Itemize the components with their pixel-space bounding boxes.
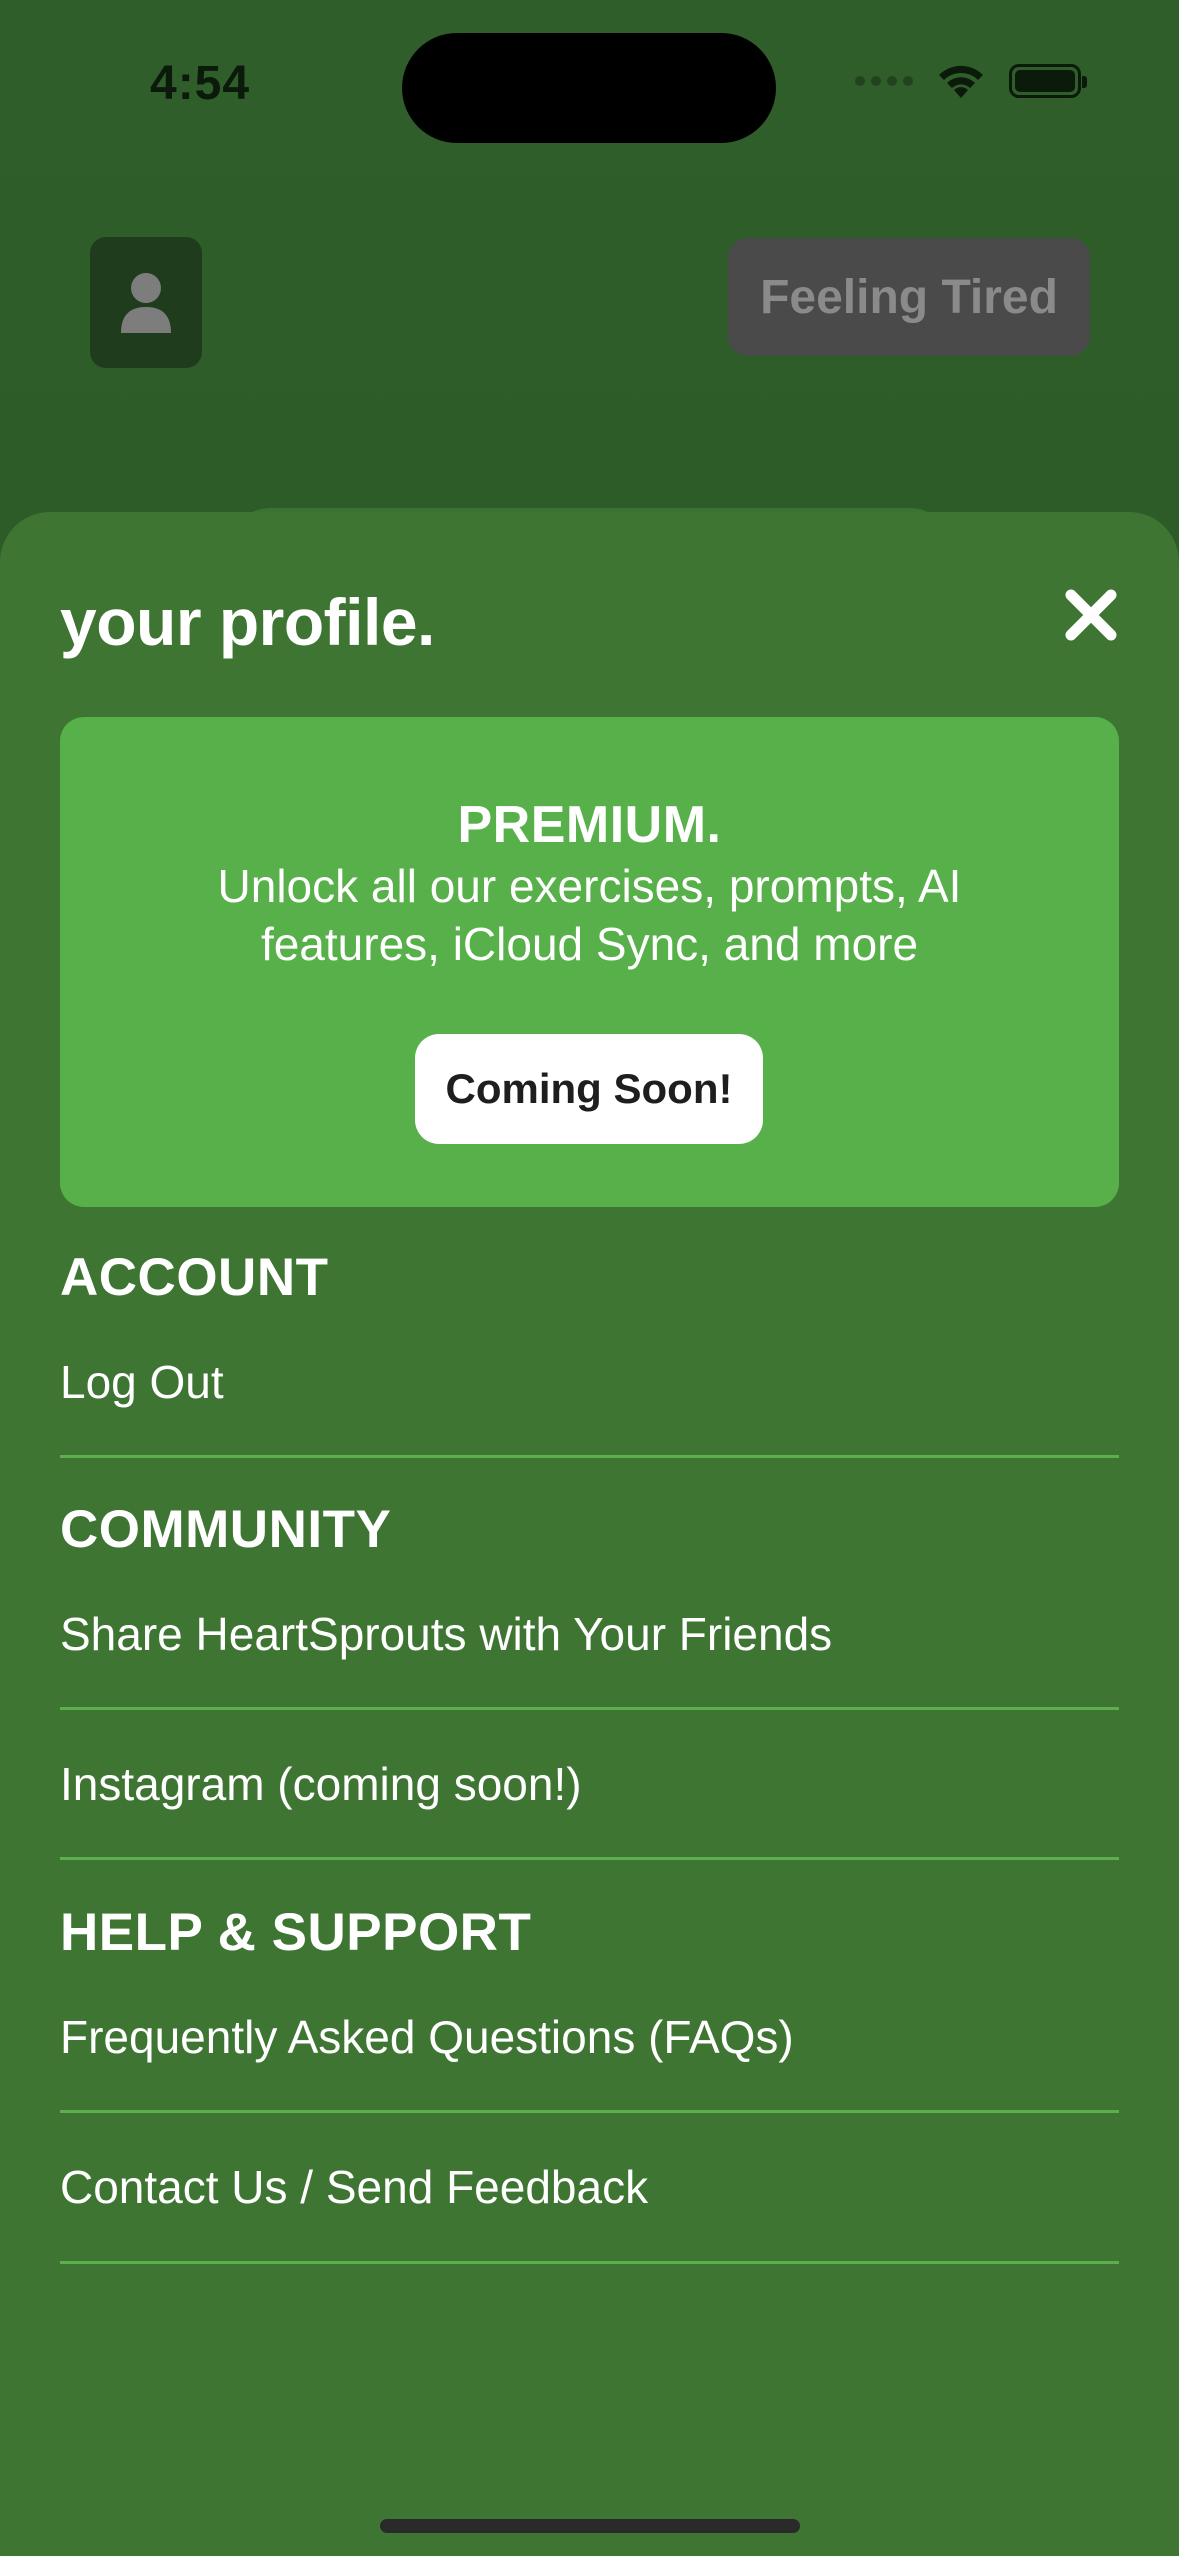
- premium-description: Unlock all our exercises, prompts, AI fe…: [217, 860, 962, 970]
- divider: [60, 1707, 1119, 1710]
- contact-us-item[interactable]: Contact Us / Send Feedback: [60, 2132, 1119, 2242]
- coming-soon-button[interactable]: Coming Soon!: [415, 1034, 763, 1144]
- faq-item[interactable]: Frequently Asked Questions (FAQs): [60, 1982, 1119, 2092]
- dynamic-island: [402, 33, 776, 143]
- sheet-title: your profile.: [60, 585, 435, 659]
- divider: [60, 2261, 1119, 2264]
- log-out-item[interactable]: Log Out: [60, 1327, 1119, 1437]
- section-header-community: COMMUNITY: [60, 1500, 392, 1559]
- divider: [60, 1455, 1119, 1458]
- mood-button[interactable]: Feeling Tired: [728, 238, 1090, 356]
- person-icon: [121, 272, 171, 333]
- divider: [60, 2110, 1119, 2113]
- wifi-icon: [939, 65, 983, 98]
- section-header-account: ACCOUNT: [60, 1248, 329, 1307]
- signal-icon: [855, 76, 913, 86]
- divider: [60, 1857, 1119, 1860]
- close-button[interactable]: [1060, 584, 1122, 646]
- premium-card: PREMIUM. Unlock all our exercises, promp…: [60, 717, 1119, 1207]
- section-header-help-support: HELP & SUPPORT: [60, 1903, 532, 1962]
- status-icons: [855, 62, 1087, 100]
- status-time: 4:54: [150, 57, 251, 110]
- share-app-item[interactable]: Share HeartSprouts with Your Friends: [60, 1579, 1119, 1689]
- home-indicator: [380, 2519, 800, 2533]
- profile-button[interactable]: [90, 237, 202, 368]
- close-icon: [1065, 589, 1117, 641]
- profile-sheet: your profile. PREMIUM. Unlock all our ex…: [0, 512, 1179, 2556]
- battery-icon: [1009, 64, 1087, 98]
- instagram-item[interactable]: Instagram (coming soon!): [60, 1729, 1119, 1839]
- premium-title: PREMIUM.: [457, 796, 722, 854]
